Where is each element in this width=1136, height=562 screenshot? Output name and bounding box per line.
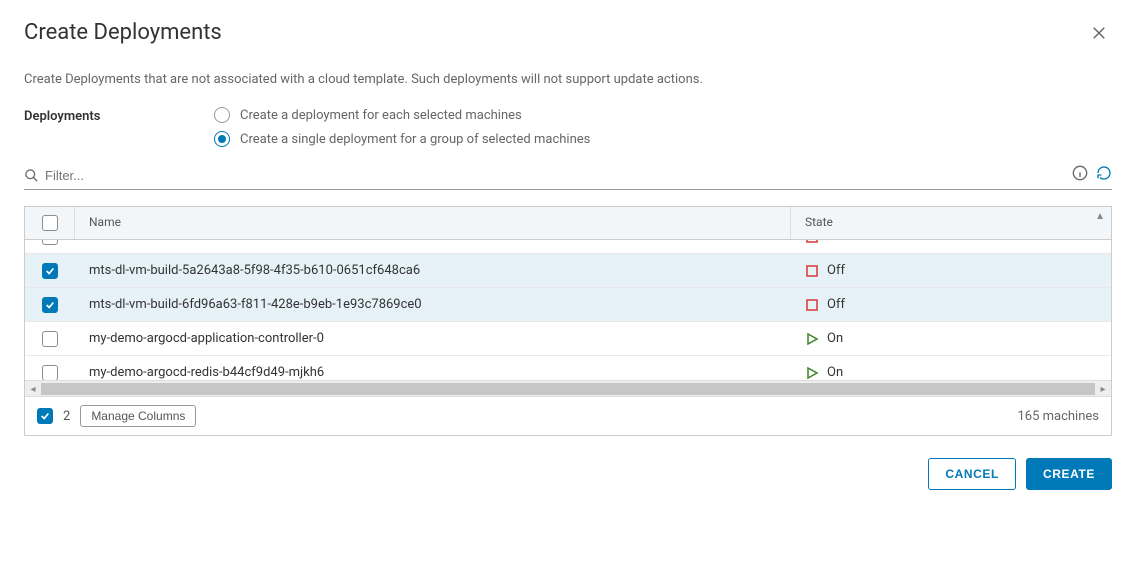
info-button[interactable] <box>1072 165 1088 185</box>
stop-icon <box>805 264 819 278</box>
selected-count: 2 <box>63 409 70 424</box>
deployment-radio-group: Deployments Create a deployment for each… <box>24 107 1112 147</box>
create-deployments-dialog: Create Deployments Create Deployments th… <box>0 0 1136 562</box>
manage-columns-button[interactable]: Manage Columns <box>80 405 196 427</box>
close-icon <box>1090 24 1108 42</box>
sort-indicator-icon: ▲ <box>1095 211 1105 222</box>
table-row[interactable]: my-demo-argocd-redis-b44cf9d49-mjkh6 On <box>25 356 1111 380</box>
row-checkbox[interactable] <box>42 365 58 381</box>
stop-icon <box>805 298 819 312</box>
deployment-label: Deployments <box>24 107 214 147</box>
row-checkbox[interactable] <box>42 297 58 313</box>
column-name-header[interactable]: Name <box>75 207 791 239</box>
dialog-actions: CANCEL CREATE <box>24 458 1112 490</box>
total-machines: 165 machines <box>1017 409 1099 424</box>
row-checkbox[interactable] <box>42 240 58 245</box>
play-icon <box>805 366 819 380</box>
selection-summary-checkbox[interactable] <box>37 408 53 424</box>
row-state: Off <box>827 297 845 312</box>
row-state: Off <box>827 263 845 278</box>
row-state: On <box>827 331 843 346</box>
row-name: mts-dl-vm-build-5a2643a8-5f98-4f35-b610-… <box>75 255 791 286</box>
row-name: my-demo-argocd-redis-b44cf9d49-mjkh6 <box>75 357 791 380</box>
scroll-left-icon[interactable]: ◂ <box>25 381 41 397</box>
play-icon <box>805 332 819 346</box>
scroll-right-icon[interactable]: ▸ <box>1095 381 1111 397</box>
close-button[interactable] <box>1086 20 1112 50</box>
radio-icon <box>214 131 230 147</box>
dialog-header: Create Deployments <box>24 20 1112 50</box>
table-body[interactable]: mts-dl-vm-build-5a2643a8-5f98-4f35-b610-… <box>25 240 1111 380</box>
row-checkbox[interactable] <box>42 263 58 279</box>
row-checkbox[interactable] <box>42 331 58 347</box>
info-icon <box>1072 165 1088 181</box>
cancel-button[interactable]: CANCEL <box>928 458 1016 490</box>
table-row[interactable]: mts-dl-vm-build-6fd96a63-f811-428e-b9eb-… <box>25 288 1111 322</box>
radio-label: Create a single deployment for a group o… <box>240 132 590 147</box>
table-header: Name State ▲ <box>25 207 1111 240</box>
scrollbar-thumb[interactable] <box>41 383 1095 395</box>
create-button[interactable]: CREATE <box>1026 458 1112 490</box>
column-state-header[interactable]: State <box>791 207 1111 239</box>
table-row[interactable]: my-demo-argocd-application-controller-0 O… <box>25 322 1111 356</box>
search-icon <box>24 168 39 183</box>
row-name: my-demo-argocd-application-controller-0 <box>75 323 791 354</box>
dialog-title: Create Deployments <box>24 20 222 45</box>
refresh-button[interactable] <box>1096 165 1112 185</box>
filter-input[interactable] <box>45 166 1056 185</box>
table-row <box>25 240 1111 254</box>
dialog-subtitle: Create Deployments that are not associat… <box>24 72 1112 87</box>
row-state: On <box>827 365 843 380</box>
stop-icon <box>805 240 819 244</box>
radio-icon <box>214 107 230 123</box>
row-name: mts-dl-vm-build-6fd96a63-f811-428e-b9eb-… <box>75 289 791 320</box>
select-all-checkbox[interactable] <box>42 215 58 231</box>
row-name <box>75 240 791 252</box>
table-footer: 2 Manage Columns 165 machines <box>25 396 1111 435</box>
refresh-icon <box>1096 165 1112 181</box>
radio-each-machine[interactable]: Create a deployment for each selected ma… <box>214 107 590 123</box>
radio-label: Create a deployment for each selected ma… <box>240 108 522 123</box>
radio-single-group[interactable]: Create a single deployment for a group o… <box>214 131 590 147</box>
horizontal-scrollbar[interactable]: ◂ ▸ <box>25 380 1111 396</box>
filter-bar <box>24 161 1112 190</box>
machines-table: Name State ▲ <box>24 206 1112 436</box>
row-state <box>827 240 830 244</box>
table-row[interactable]: mts-dl-vm-build-5a2643a8-5f98-4f35-b610-… <box>25 254 1111 288</box>
